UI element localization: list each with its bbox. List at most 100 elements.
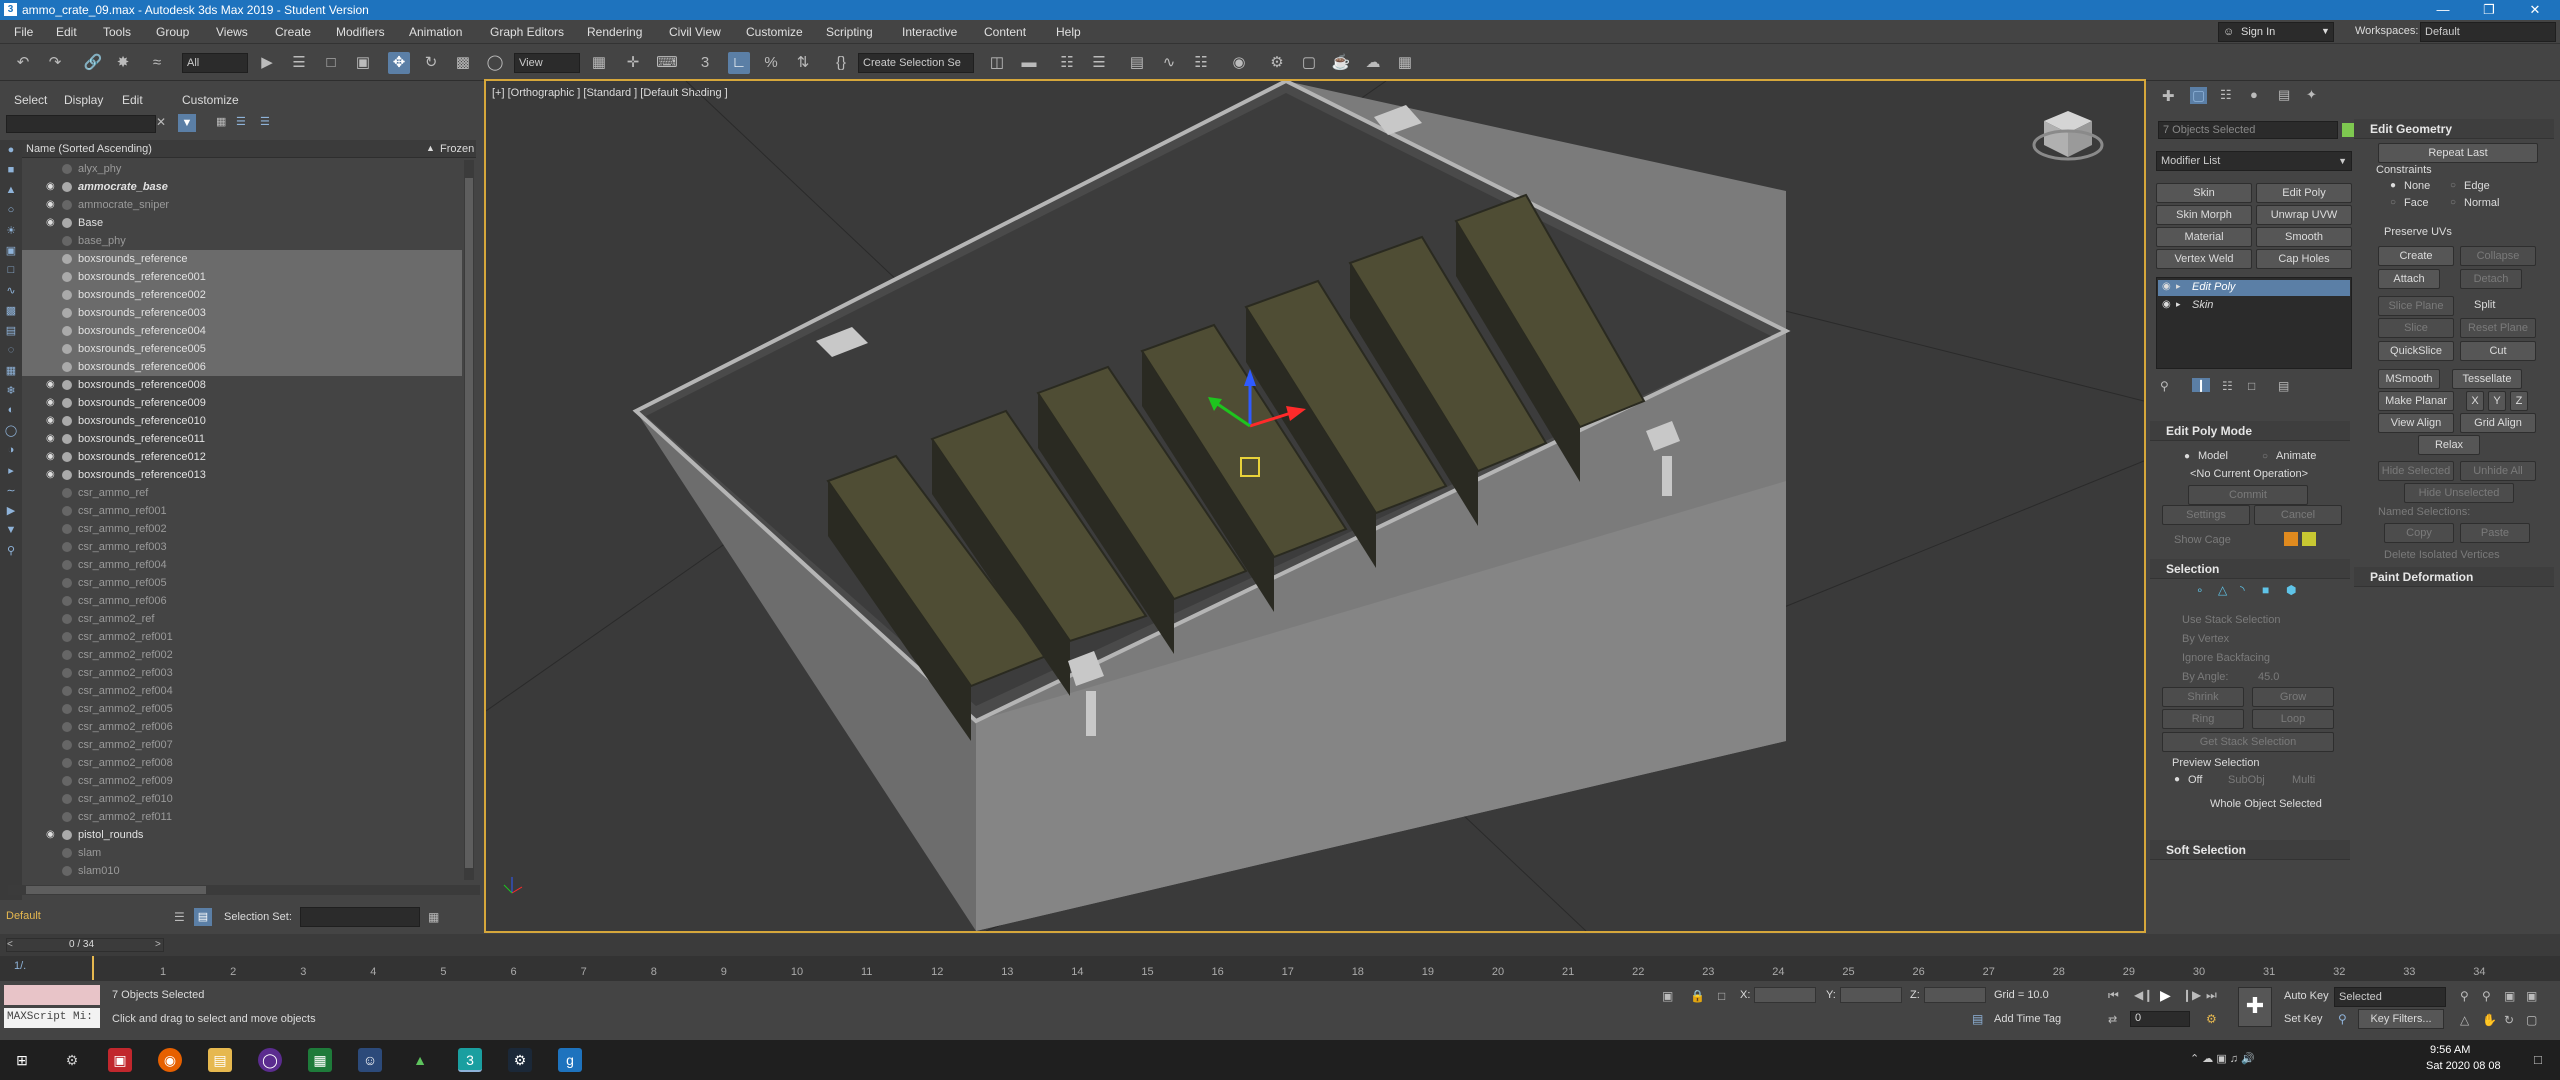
planar-y-button[interactable]: Y [2488,391,2506,411]
eye-icon[interactable]: ◉ [2162,299,2171,310]
border-mode-icon[interactable]: ◝ [2240,583,2245,597]
scene-list-item[interactable]: csr_ammo_ref001 [22,502,462,520]
scene-list-item[interactable]: slam [22,844,462,862]
display-lights-icon[interactable]: ☀ [4,224,18,238]
x-coordinate-input[interactable] [1754,987,1816,1003]
display-cameras-icon[interactable]: ▣ [4,244,18,258]
preview-off-radio[interactable]: ● [2174,774,2180,785]
a360-gallery-icon[interactable]: ▦ [1394,52,1416,74]
scene-list-item[interactable]: boxsrounds_reference003 [22,304,462,322]
shrink-button[interactable]: Shrink [2162,687,2244,707]
selection-filter-dropdown[interactable]: All [182,53,248,73]
planar-z-button[interactable]: Z [2510,391,2528,411]
menu-animation[interactable]: Animation [409,25,462,39]
display-spacewarps-icon[interactable]: ∿ [4,284,18,298]
menu-civil-view[interactable]: Civil View [669,25,721,39]
rendered-frame-window-icon[interactable]: ▢ [1298,52,1320,74]
edge-mode-icon[interactable]: △ [2218,583,2227,597]
hierarchy-tab-icon[interactable]: ☷ [2220,87,2232,103]
scene-list-item[interactable]: boxsrounds_reference [22,250,462,268]
material-editor-icon[interactable]: ◉ [1228,52,1250,74]
modify-tab-icon[interactable]: ▢ [2190,87,2208,104]
constraint-edge-radio[interactable]: ○ [2450,180,2456,191]
constraint-none-radio[interactable]: ● [2390,180,2396,191]
expand-icon[interactable]: ▸ [2176,299,2181,310]
display-tab-icon[interactable]: ▤ [2278,87,2290,103]
scene-list-item[interactable]: alyx_phy [22,160,462,178]
render-in-cloud-icon[interactable]: ☁ [1362,52,1384,74]
display-geometry-icon[interactable]: ▲ [4,184,18,198]
make-planar-button[interactable]: Make Planar [2378,391,2454,411]
eye-icon[interactable]: ◉ [2162,281,2171,292]
previous-frame-icon[interactable]: ◀❙ [2134,988,2153,1002]
object-name-field[interactable]: 7 Objects Selected [2158,121,2338,139]
scene-search-input[interactable] [6,115,156,133]
keyboard-shortcut-icon[interactable]: ⌨ [656,52,678,74]
model-radio[interactable]: ● [2184,451,2190,462]
configure-sets-icon[interactable]: ▤ [2278,379,2289,393]
stack-item-skin[interactable]: ◉ ▸ Skin [2158,298,2350,314]
close-button[interactable]: ✕ [2512,0,2558,20]
motion-tab-icon[interactable]: ● [2250,87,2258,102]
steam-icon[interactable]: ⚙ [508,1048,532,1072]
attach-button[interactable]: Attach [2378,269,2440,289]
ribbon-toggle-icon[interactable]: ▤ [1126,52,1148,74]
scene-list-item[interactable]: csr_ammo_ref004 [22,556,462,574]
y-coordinate-input[interactable] [1840,987,1902,1003]
track-bar[interactable] [0,956,2560,980]
eye-icon[interactable]: ◉ [46,466,55,484]
grow-button[interactable]: Grow [2252,687,2334,707]
app-green-icon[interactable]: ▲ [408,1048,432,1072]
cancel-button[interactable]: Cancel [2254,505,2342,525]
reset-plane-button[interactable]: Reset Plane [2460,318,2536,338]
scene-list-item[interactable]: ◉ pistol_rounds [22,826,462,844]
display-hidden-icon[interactable]: ◐ [4,404,18,418]
display-bones-icon[interactable]: ◌ [4,344,18,358]
current-frame-input[interactable]: 0 [2130,1011,2190,1027]
percent-snap-icon[interactable]: % [760,52,782,74]
scene-list-item[interactable]: csr_ammo2_ref010 [22,790,462,808]
animate-radio[interactable]: ○ [2262,451,2268,462]
windows-start-icon[interactable]: ⊞ [10,1048,34,1072]
redo-icon[interactable]: ↷ [44,52,66,74]
stack-item-edit-poly[interactable]: ◉ ▸ Edit Poly [2158,280,2350,296]
zoom-icon[interactable]: ⚲ [2460,989,2469,1003]
track-bar-icon[interactable]: 1/. [14,960,26,972]
preview-multi-label[interactable]: Multi [2292,774,2315,786]
zoom-extents-icon[interactable]: ▣ [2504,989,2515,1003]
spinner-snap-icon[interactable]: ⇅ [792,52,814,74]
scene-list-item[interactable]: csr_ammo_ref005 [22,574,462,592]
scene-list-item[interactable]: ◉ boxsrounds_reference013 [22,466,462,484]
named-selection-dropdown[interactable]: Create Selection Se [858,53,974,73]
isolate-icon[interactable]: ▣ [1662,989,1673,1003]
slice-plane-button[interactable]: Slice Plane [2378,296,2454,316]
scene-list-item[interactable]: csr_ammo2_ref007 [22,736,462,754]
eye-icon[interactable]: ◉ [46,394,55,412]
smooth-button[interactable]: Smooth [2256,227,2352,247]
display-shapes-icon[interactable]: ○ [4,204,18,218]
perspective-viewport[interactable]: [+] [Orthographic ] [Standard ] [Default… [484,79,2146,933]
clear-search-icon[interactable]: ✕ [156,115,166,129]
edit-poly-mode-rollout[interactable]: Edit Poly Mode [2150,421,2350,441]
restore-button[interactable]: ❐ [2466,0,2512,20]
horizontal-scrollbar[interactable] [8,885,480,895]
orbit-icon[interactable]: ↻ [2504,1013,2514,1027]
delete-isolated-checkbox[interactable]: Delete Isolated Vertices [2384,549,2500,561]
scene-list-item[interactable]: boxsrounds_reference006 [22,358,462,376]
selection-rollout[interactable]: Selection [2150,559,2350,579]
scene-list-item[interactable]: csr_ammo_ref006 [22,592,462,610]
edit-named-selection-icon[interactable]: {} [830,52,852,74]
soft-selection-rollout[interactable]: Soft Selection [2150,840,2350,860]
paste-button[interactable]: Paste [2460,523,2530,543]
layer-dropdown[interactable]: Default [2,907,168,927]
select-object-icon[interactable]: ▶ [256,52,278,74]
display-all-icon[interactable]: ■ [4,164,18,178]
preview-subobj-label[interactable]: SubObj [2228,774,2265,786]
menu-tools[interactable]: Tools [103,25,131,39]
edit-geometry-rollout[interactable]: Edit Geometry [2354,119,2554,139]
scene-list-item[interactable]: csr_ammo_ref002 [22,520,462,538]
eye-icon[interactable]: ◉ [46,178,55,196]
3ds-max-taskbar-icon[interactable]: 3 [458,1048,482,1072]
add-time-tag-button[interactable]: Add Time Tag [1994,1013,2061,1025]
display-invert-icon[interactable]: ◑ [4,444,18,458]
